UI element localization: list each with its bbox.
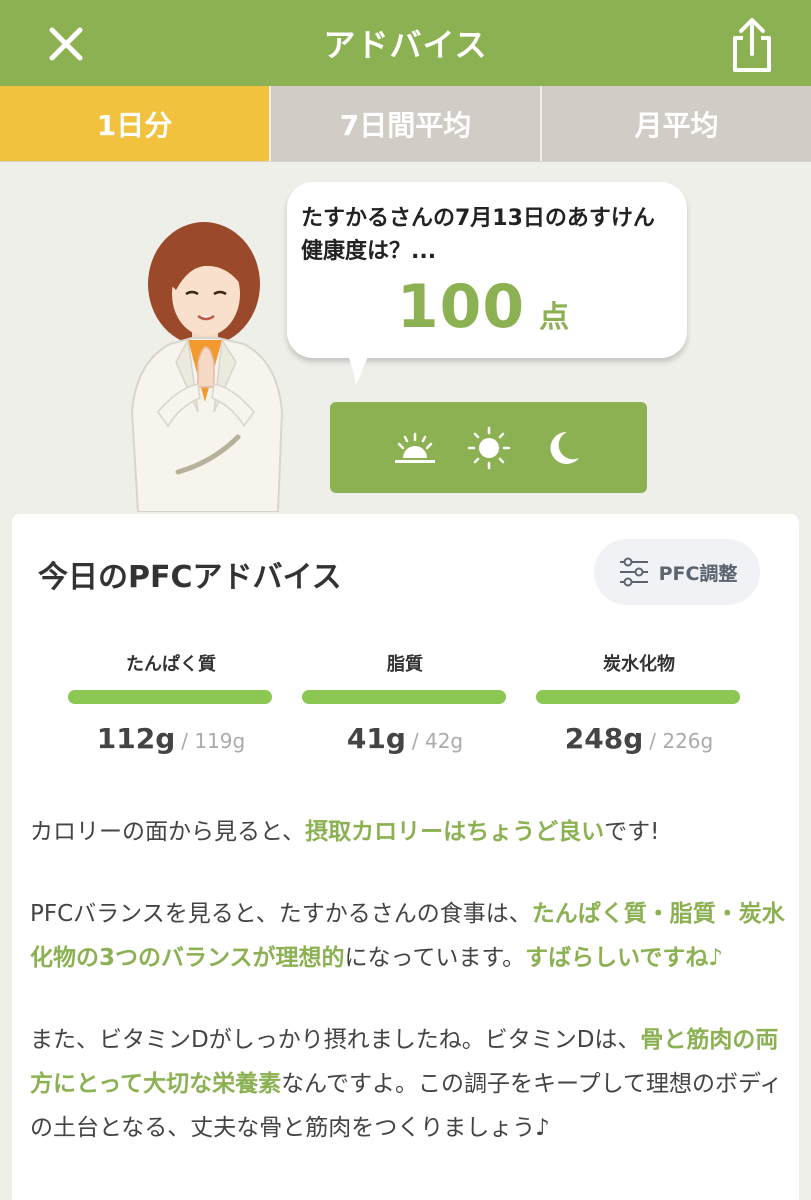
- score-value: 100: [396, 272, 526, 342]
- nutrient-protein: たんぱく質 112g/ 119g: [68, 650, 274, 755]
- moon-icon[interactable]: [539, 424, 587, 472]
- speech-bubble-tail: [346, 352, 370, 386]
- share-icon[interactable]: [727, 16, 777, 74]
- pfc-adjust-button[interactable]: PFC調整: [594, 539, 760, 605]
- nutrient-bar: [536, 690, 740, 704]
- pfc-advice-card: 今日のPFCアドバイス PFC調整 たんぱく質 112g/ 119g 脂質 41…: [12, 514, 799, 1200]
- card-title: 今日のPFCアドバイス: [38, 560, 342, 595]
- tab-monthly-average[interactable]: 月平均: [540, 86, 811, 161]
- nutrient-summary: たんぱく質 112g/ 119g 脂質 41g/ 42g 炭水化物 248g / …: [68, 650, 748, 760]
- nutrient-value: 248g: [564, 722, 644, 755]
- period-tabs: 1日分 7日間平均 月平均: [0, 86, 811, 162]
- pfc-adjust-label: PFC調整: [658, 562, 738, 585]
- nutrient-bar: [302, 690, 506, 704]
- sliders-icon: [619, 557, 648, 587]
- health-score-question: たすかるさんの7月13日のあすけん健康度は？...: [301, 206, 655, 264]
- speech-bubble: たすかるさんの7月13日のあすけん健康度は？... 100 点: [287, 182, 687, 358]
- nutrient-target: / 226g: [649, 729, 714, 753]
- advice-text: カロリーの面から見ると、摂取カロリーはちょうど良いです! PFCバランスを見ると…: [30, 810, 790, 1150]
- health-score: 100 点: [301, 272, 665, 342]
- nutrient-target: / 119g: [181, 729, 246, 753]
- nutrient-value: 41g: [346, 722, 406, 755]
- hero-section: たすかるさんの7月13日のあすけん健康度は？... 100 点: [0, 162, 811, 512]
- nutrient-name: 炭水化物: [603, 654, 675, 675]
- sunrise-icon[interactable]: [391, 424, 439, 472]
- nutrient-target: / 42g: [411, 729, 464, 753]
- tab-daily[interactable]: 1日分: [0, 86, 269, 161]
- nutrient-fat: 脂質 41g/ 42g: [302, 650, 508, 755]
- advice-paragraph: PFCバランスを見ると、たすかるさんの食事は、たんぱく質・脂質・炭水化物の3つの…: [30, 901, 785, 971]
- advisor-illustration: [130, 222, 284, 512]
- nutrient-name: たんぱく質: [126, 654, 216, 675]
- advice-paragraph: カロリーの面から見ると、摂取カロリーはちょうど良いです!: [30, 819, 660, 845]
- score-unit: 点: [539, 300, 570, 335]
- sun-icon[interactable]: [465, 424, 513, 472]
- close-icon[interactable]: [44, 22, 88, 66]
- nutrient-bar: [68, 690, 272, 704]
- page-title: アドバイス: [323, 26, 488, 64]
- tab-7day-average[interactable]: 7日間平均: [269, 86, 540, 161]
- nutrient-carbohydrate: 炭水化物 248g/ 226g: [536, 650, 742, 755]
- meal-time-selector: [330, 402, 647, 493]
- advice-paragraph: また、ビタミンDがしっかり摂れましたね。ビタミンDは、骨と筋肉の両方にとって大切…: [30, 1027, 783, 1141]
- app-header: アドバイス: [0, 0, 811, 86]
- nutrient-value: 112g: [96, 722, 176, 755]
- nutrient-name: 脂質: [387, 654, 423, 675]
